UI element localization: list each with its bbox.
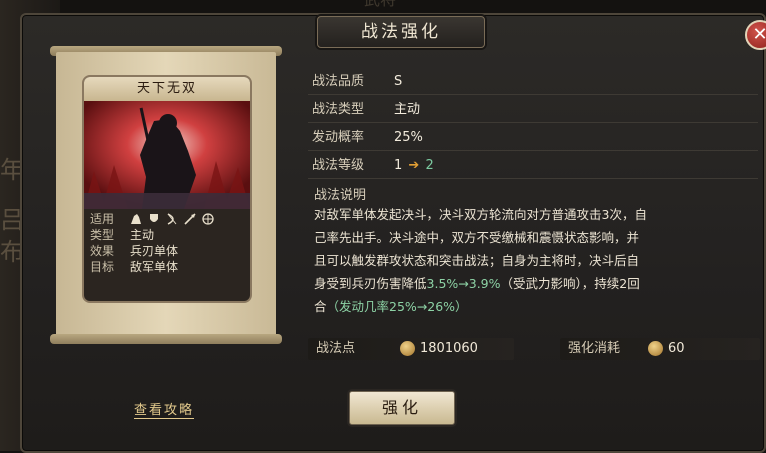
trigger-rate-change: （发动几率25%→26%） (326, 299, 468, 314)
description-line: 对敌军单体发起决斗，决斗双方轮流向对方普通攻击3次，自 (314, 207, 647, 222)
upgrade-cost-label: 强化消耗 (568, 341, 621, 356)
damage-reduction-change: 3.5%→3.9% (426, 276, 501, 291)
card-row-key: 目标 (90, 260, 115, 274)
info-row-type: 战法类型 主动 (308, 98, 758, 123)
card-row-effect: 效果 兵刃单体 (90, 243, 244, 259)
rate-label: 发动概率 (312, 130, 365, 145)
level-label: 战法等级 (312, 158, 365, 173)
description-segment: 身受到兵刃伤害降低 (314, 276, 427, 291)
card-title: 天下无双 (84, 77, 250, 101)
troop-type-icons (130, 211, 214, 227)
info-row-level: 战法等级 1 ➔ 2 (308, 154, 758, 179)
description-line: 且可以触发群攻状态和突击战法；自身为主将时，决斗后自 (314, 253, 640, 268)
info-row-rate: 发动概率 25% (308, 126, 758, 151)
tactic-points-value: 1801060 (420, 341, 478, 356)
card-row-value: 敌军单体 (130, 260, 179, 274)
arrow-right-icon: ➔ (408, 158, 420, 173)
description-line: 身受到兵刃伤害降低3.5%→3.9%（受武力影响），持续2回 (314, 272, 754, 295)
description-line: 合（发动几率25%→26%） (314, 295, 754, 318)
card-row-terrain: 适用 (90, 211, 244, 227)
shield-icon (148, 213, 160, 225)
scroll-bottom-roller (50, 334, 282, 344)
card-row-value: 主动 (130, 228, 155, 242)
type-value: 主动 (394, 102, 421, 117)
card-row-key: 适用 (90, 212, 115, 226)
tactic-card: 天下无双 适用 类型 主动 效果 兵刃单体 目标 敌军单体 (82, 75, 252, 303)
card-artwork (84, 101, 250, 209)
card-row-target: 目标 敌军单体 (90, 259, 244, 275)
card-row-key: 类型 (90, 228, 115, 242)
wheel-icon (202, 213, 214, 225)
upgrade-cost-box: 强化消耗 60 (560, 338, 760, 360)
level-value: 1 ➔ 2 (394, 154, 434, 178)
card-row-key: 效果 (90, 244, 115, 258)
tactic-info-list: 战法品质 S 战法类型 主动 发动概率 25% 战法等级 1 ➔ 2 (308, 70, 758, 182)
tactic-point-coin-icon (648, 341, 663, 356)
card-row-value: 兵刃单体 (130, 244, 179, 258)
description-segment: （受武力影响），持续2回 (500, 276, 640, 291)
info-row-quality: 战法品质 S (308, 70, 758, 95)
rate-value: 25% (394, 130, 423, 145)
quality-value: S (394, 74, 403, 89)
bow-icon (166, 213, 178, 225)
background-title: 武将 (330, 0, 430, 10)
card-row-type: 类型 主动 (90, 227, 244, 243)
upgrade-cost-value: 60 (668, 341, 685, 356)
warrior-illustration (84, 101, 250, 209)
dialog-title: 战法强化 (317, 16, 485, 48)
card-info: 适用 类型 主动 效果 兵刃单体 目标 敌军单体 (84, 209, 250, 277)
cavalry-icon (130, 213, 142, 225)
spear-icon (184, 213, 196, 225)
description-text: 对敌军单体发起决斗，决斗双方轮流向对方普通攻击3次，自 己率先出手。决斗途中，双… (314, 203, 754, 318)
level-to: 2 (425, 158, 434, 173)
quality-label: 战法品质 (312, 74, 365, 89)
description-line: 己率先出手。决斗途中，双方不受缴械和震慑状态影响，并 (314, 230, 640, 245)
description-segment: 合 (314, 299, 327, 314)
tactic-points-label: 战法点 (316, 341, 356, 356)
type-label: 战法类型 (312, 102, 365, 117)
view-guide-link[interactable]: 查看攻略 (134, 399, 195, 419)
tactic-point-coin-icon (400, 341, 415, 356)
tactic-points-box: 战法点 1801060 (308, 338, 514, 360)
upgrade-button[interactable]: 强化 (349, 391, 455, 425)
level-from: 1 (394, 158, 403, 173)
description-title: 战法说明 (314, 188, 367, 203)
